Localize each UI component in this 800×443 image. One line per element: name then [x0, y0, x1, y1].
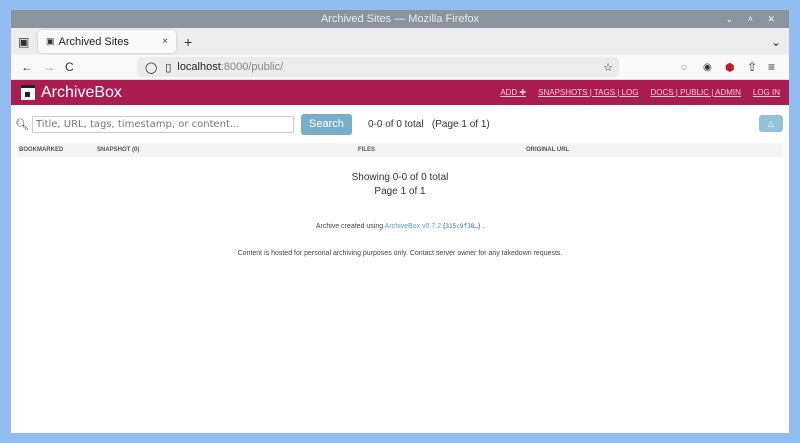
new-tab-button[interactable]: +: [184, 34, 192, 50]
extensions-icon[interactable]: ⇧: [747, 60, 757, 74]
url-path: :8000/public/: [220, 61, 284, 73]
footer-created: Archive created using ArchiveBox v0.7.2 …: [11, 223, 789, 230]
window-title: Archived Sites — Mozilla Firefox: [320, 13, 480, 25]
forward-button[interactable]: →: [43, 60, 55, 74]
title-bar: Archived Sites — Mozilla Firefox ⌄ ˄ ✕: [11, 10, 789, 28]
scroll-top-button[interactable]: △: [759, 115, 783, 132]
col-original-url[interactable]: ORIGINAL URL: [526, 147, 569, 153]
account-icon[interactable]: ◉: [703, 62, 712, 73]
paren-close: ) .: [477, 223, 485, 230]
reload-button[interactable]: C: [65, 60, 74, 74]
bookmark-star-icon[interactable]: ☆: [603, 61, 613, 74]
footer-notice: Content is hosted for personal archiving…: [237, 250, 563, 257]
archivebox-header: ArchiveBox ADD ✚ SNAPSHOTS | TAGS | LOG …: [11, 80, 789, 105]
tab-list-icon[interactable]: ⌄: [771, 35, 781, 49]
search-input[interactable]: Title, URL, tags, timestamp, or content.…: [31, 115, 294, 133]
shield-icon: ◯: [145, 61, 158, 74]
table-header: BOOKMARKED SNAPSHOT (0) FILES ORIGINAL U…: [17, 143, 783, 157]
browser-window: Archived Sites — Mozilla Firefox ⌄ ˄ ✕ ▣…: [11, 10, 789, 433]
favicon-icon: ▣: [46, 36, 55, 46]
back-button[interactable]: ←: [21, 60, 33, 74]
search-toolbar: 🔍︎ Title, URL, tags, timestamp, or conte…: [11, 105, 789, 143]
col-files[interactable]: FILES: [358, 147, 375, 153]
commit-hash[interactable]: 315c9f38…: [445, 223, 478, 230]
nav-snapshots-tags-log[interactable]: SNAPSHOTS | TAGS | LOG: [538, 88, 638, 97]
page-text: Page 1 of 1: [374, 186, 426, 197]
col-bookmarked[interactable]: BOOKMARKED: [19, 147, 63, 153]
close-tab-icon[interactable]: ×: [162, 36, 168, 47]
col-snapshot[interactable]: SNAPSHOT (0): [97, 147, 139, 153]
nav-add[interactable]: ADD ✚: [500, 88, 526, 97]
tab-label: Archived Sites: [58, 35, 129, 48]
nav-bar: ← → C ◯ ▯ localhost:8000/public/ ☆ ◌ ◉ ⬢…: [11, 55, 789, 80]
brand-logo[interactable]: ArchiveBox: [21, 84, 122, 102]
showing-text: Showing 0-0 of 0 total: [351, 172, 449, 183]
tab-overview-icon[interactable]: ▣: [18, 35, 29, 49]
menu-icon[interactable]: ≡: [768, 60, 775, 74]
url-host: localhost: [177, 61, 221, 73]
search-button[interactable]: Search: [300, 113, 352, 135]
brand-name: ArchiveBox: [41, 83, 122, 101]
empty-state: Showing 0-0 of 0 total Page 1 of 1: [11, 171, 789, 199]
nav-login[interactable]: LOG IN: [753, 88, 780, 97]
page-icon: ▯: [165, 61, 172, 74]
created-text: Archive created using: [315, 223, 385, 230]
window-controls[interactable]: ⌄ ˄ ✕: [726, 10, 781, 28]
archivebox-version-link[interactable]: ArchiveBox v0.7.2: [385, 223, 441, 230]
search-icon: 🔍︎: [15, 118, 29, 131]
tab-bar: ▣ ▣ Archived Sites × + ⌄: [11, 28, 789, 55]
archivebox-logo-icon: [21, 85, 35, 100]
tab-archived-sites[interactable]: ▣ Archived Sites ×: [38, 30, 176, 53]
nav-docs-public-admin[interactable]: DOCS | PUBLIC | ADMIN: [650, 88, 740, 97]
result-count: 0-0 of 0 total (Page 1 of 1): [367, 118, 490, 130]
ublock-shield-icon[interactable]: ⬢: [725, 61, 735, 74]
pocket-icon[interactable]: ◌: [681, 62, 687, 73]
url-bar[interactable]: ◯ ▯ localhost:8000/public/ ☆: [137, 57, 619, 77]
